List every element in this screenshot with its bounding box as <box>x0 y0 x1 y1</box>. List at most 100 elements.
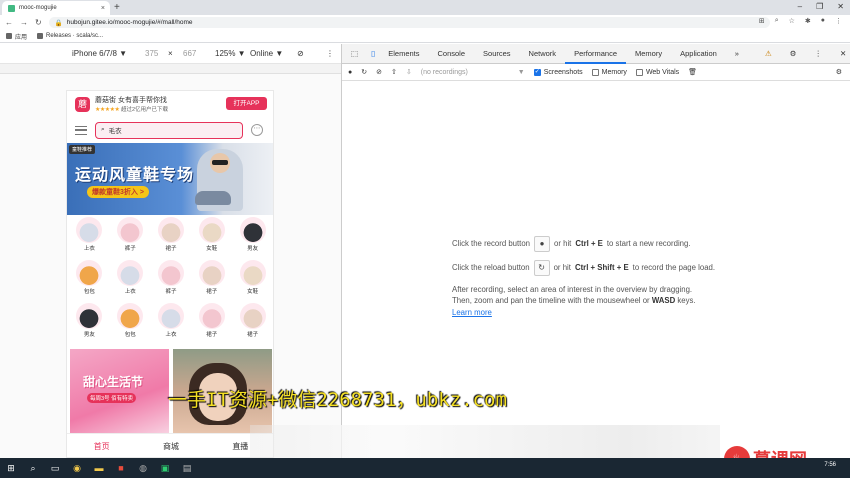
zoom-select[interactable]: 125% ▼ <box>215 49 246 58</box>
category-item[interactable]: 裙子 <box>191 260 232 300</box>
star-icon[interactable]: ☆ <box>789 17 795 25</box>
minimize-button[interactable]: – <box>798 2 802 11</box>
hero-banner[interactable]: 童鞋推荐 运动风童鞋专场 爆款童鞋3折入 > <box>67 143 273 215</box>
windows-start-icon[interactable]: ⊞ <box>5 462 17 474</box>
category-image <box>76 303 103 329</box>
category-item[interactable]: 男友 <box>69 303 110 343</box>
inspect-icon[interactable]: ⬚ <box>342 44 367 64</box>
browser-tab[interactable]: mooc-mogujie × <box>2 1 110 15</box>
download-icon[interactable]: ⇩ <box>406 68 412 76</box>
sunglasses-image <box>212 160 228 165</box>
wechat-icon[interactable]: ◍ <box>137 462 149 474</box>
settings-gear-icon[interactable]: ⚙ <box>781 44 806 64</box>
checkbox-box[interactable] <box>635 68 643 76</box>
checkbox-box[interactable] <box>591 68 599 76</box>
zoom-icon[interactable]: ⌕ <box>775 17 779 25</box>
checkbox-memory[interactable]: Memory <box>591 68 627 76</box>
category-item[interactable]: 包包 <box>110 303 151 343</box>
devtools-tab-application[interactable]: Application <box>671 44 726 64</box>
trash-icon[interactable]: 🗑 <box>688 68 697 76</box>
close-devtools-icon[interactable]: ✕ <box>831 44 850 64</box>
tab-home[interactable]: 首页 <box>94 441 110 452</box>
devtools-tab-bar: ⬚ ▯ Elements Console Sources Network Perform… <box>342 44 850 78</box>
forward-icon[interactable]: → <box>20 18 28 27</box>
width-input[interactable]: 375 <box>145 49 158 58</box>
category-item[interactable]: 上衣 <box>110 260 151 300</box>
category-item[interactable]: 包包 <box>69 260 110 300</box>
devtools-tab-elements[interactable]: Elements <box>379 44 428 64</box>
devtools-tab-memory[interactable]: Memory <box>626 44 671 64</box>
translate-icon[interactable]: ⊞ <box>759 17 765 25</box>
close-window-button[interactable]: ✕ <box>837 2 844 11</box>
capture-settings-icon[interactable]: ⚙ <box>836 68 842 76</box>
more-icon[interactable]: ⋯ <box>251 124 263 136</box>
back-icon[interactable]: ← <box>5 18 13 27</box>
chrome-icon[interactable]: ◉ <box>71 462 83 474</box>
tab-mall[interactable]: 商城 <box>163 441 179 452</box>
device-select[interactable]: iPhone 6/7/8 ▼ <box>72 49 127 58</box>
category-item[interactable]: 裙子 <box>151 217 192 257</box>
category-item[interactable]: 裤子 <box>151 260 192 300</box>
address-bar[interactable]: 🔒 hubojun.gitee.io/mooc-mogujie/#/mall/h… <box>48 17 770 28</box>
devtools-tab-sources[interactable]: Sources <box>474 44 520 64</box>
checkbox-screenshots[interactable]: Screenshots <box>533 68 583 76</box>
explorer-icon[interactable]: ▬ <box>93 462 105 474</box>
reload-button[interactable]: ↻ <box>533 260 550 276</box>
upload-icon[interactable]: ⇧ <box>391 68 397 76</box>
hamburger-menu-icon[interactable] <box>75 125 87 135</box>
devtools-tab-performance[interactable]: Performance <box>565 44 626 64</box>
category-item[interactable]: 上衣 <box>151 303 192 343</box>
search-icon[interactable]: ⌕ <box>27 462 39 474</box>
devtools-tab-network[interactable]: Network <box>520 44 566 64</box>
category-label: 上衣 <box>83 246 95 252</box>
vue-favicon-icon <box>8 4 15 12</box>
dropdown-arrow-icon: ▼ <box>517 68 525 76</box>
open-app-button[interactable]: 打开APP <box>226 97 267 110</box>
reload-icon[interactable]: ↻ <box>35 18 42 27</box>
network-select[interactable]: Online ▼ <box>250 49 283 58</box>
recordings-select[interactable]: (no recordings) ▼ <box>421 69 525 76</box>
height-input[interactable]: 667 <box>183 49 196 58</box>
app-icon[interactable]: ■ <box>115 462 127 474</box>
device-toggle-icon[interactable]: ▯ <box>367 44 379 64</box>
new-tab-button[interactable]: + <box>114 2 120 13</box>
promo-card-sweet[interactable] <box>70 349 169 433</box>
checkbox-box[interactable] <box>533 68 541 76</box>
category-image <box>117 303 144 329</box>
category-item[interactable]: 裙子 <box>191 303 232 343</box>
banner-title: 运动风童鞋专场 <box>75 167 195 184</box>
devtools-tab-[interactable]: » <box>726 44 748 64</box>
learn-more-link[interactable]: Learn more <box>452 307 812 318</box>
category-item[interactable]: 裤子 <box>110 217 151 257</box>
download-count: 超过2亿用户已下载 <box>120 107 168 113</box>
maximize-button[interactable]: ❐ <box>816 2 823 11</box>
rotate-icon[interactable]: ⊘ <box>297 49 304 58</box>
record-icon[interactable]: ● <box>348 69 352 76</box>
category-item[interactable]: 裙子 <box>232 303 273 343</box>
terminal-icon[interactable]: ▤ <box>181 462 193 474</box>
devtools-more-icon[interactable]: ⋮ <box>805 44 831 64</box>
devtools-tab-console[interactable]: Console <box>429 44 475 64</box>
camtasia-icon[interactable]: ▣ <box>159 462 171 474</box>
tab-close-icon[interactable]: × <box>101 5 105 12</box>
tab-live[interactable]: 直播 <box>232 441 248 452</box>
clear-icon[interactable]: ⊘ <box>376 68 382 76</box>
category-item[interactable]: 上衣 <box>69 217 110 257</box>
checkbox-web-vitals[interactable]: Web Vitals <box>635 68 679 76</box>
extensions-icon[interactable]: ✱ <box>805 17 811 25</box>
record-button[interactable]: ● <box>534 236 551 252</box>
bookmark-releases[interactable]: Releases · scala/sc... <box>37 33 103 39</box>
search-input[interactable]: ⌕ 毛衣 <box>95 121 243 139</box>
devtools-tabs: Elements Console Sources Network Performance… <box>379 44 748 64</box>
bookmark-apps[interactable]: 应用 <box>6 32 27 41</box>
warnings-badge[interactable]: ⚠ 1 <box>756 44 781 78</box>
category-item[interactable]: 女鞋 <box>232 260 273 300</box>
reload-record-icon[interactable]: ↻ <box>361 68 367 76</box>
profile-icon[interactable]: ● <box>821 17 825 25</box>
task-view-icon[interactable]: ▭ <box>49 462 61 474</box>
device-more-icon[interactable]: ⋮ <box>326 49 334 58</box>
category-image <box>157 260 184 286</box>
menu-icon[interactable]: ⋮ <box>835 17 842 25</box>
category-item[interactable]: 男友 <box>232 217 273 257</box>
category-item[interactable]: 女鞋 <box>191 217 232 257</box>
